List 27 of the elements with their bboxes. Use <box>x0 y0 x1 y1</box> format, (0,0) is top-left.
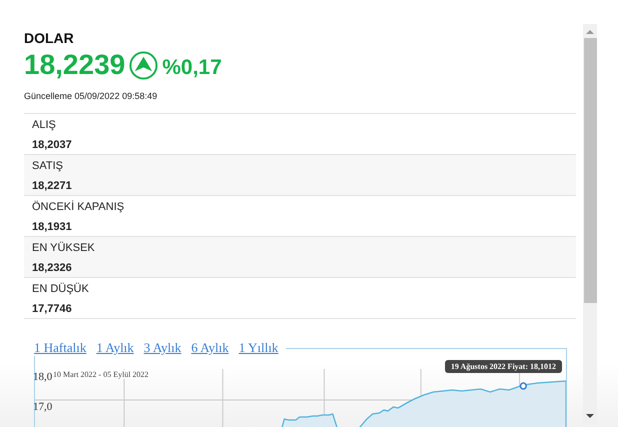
row-value: 18,2037 <box>32 139 73 151</box>
update-time: Güncelleme 05/09/2022 09:58:49 <box>24 91 158 101</box>
period-link[interactable]: 1 Haftalık <box>34 340 86 356</box>
data-point-marker <box>520 382 527 390</box>
currency-name: DOLAR <box>24 30 75 46</box>
period-link[interactable]: 3 Aylık <box>144 340 182 356</box>
chart-tooltip: 19 Ağustos 2022 Fiyat: 18,1012 <box>444 360 562 373</box>
y-axis-label: 17,0 <box>33 401 52 413</box>
row-label: EN YÜKSEK <box>32 242 96 254</box>
row-label: EN DÜŞÜK <box>32 283 90 295</box>
scroll-up-icon[interactable] <box>586 30 594 34</box>
period-link[interactable]: 1 Yıllık <box>238 340 278 356</box>
date-range: 10 Mart 2022 - 05 Eylül 2022 <box>53 370 149 379</box>
row-label: SATIŞ <box>32 160 64 172</box>
row-value: 18,2326 <box>32 262 73 274</box>
scrollbar-thumb[interactable] <box>584 38 596 303</box>
change-percent: %0,17 <box>162 56 222 80</box>
row-value: 18,2271 <box>32 180 73 192</box>
period-link[interactable]: 1 Aylık <box>96 340 134 356</box>
scroll-down-icon[interactable] <box>586 414 594 418</box>
period-link[interactable]: 6 Aylık <box>191 340 229 356</box>
row-value: 18,1931 <box>32 221 73 233</box>
row-value: 17,7746 <box>32 303 73 315</box>
price-value: 18,2239 <box>24 49 126 81</box>
row-label: ALIŞ <box>32 119 57 131</box>
row-label: ÖNCEKİ KAPANIŞ <box>32 201 126 213</box>
y-axis-label: 18,0 <box>33 371 52 383</box>
